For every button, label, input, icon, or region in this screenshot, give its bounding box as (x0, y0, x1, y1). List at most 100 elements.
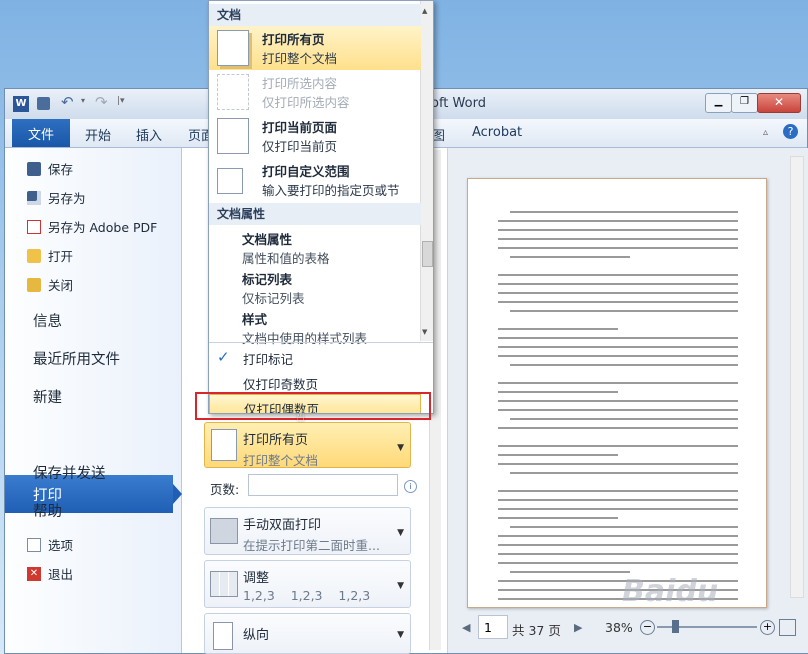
print-range-desc: 打印整个文档 (243, 453, 319, 468)
menu-print-current-title: 打印当前页面 (262, 120, 338, 135)
scroll-down-icon[interactable]: ▼ (422, 328, 430, 336)
menu-print-custom-title: 打印自定义范围 (262, 164, 350, 179)
menu-print-selection[interactable]: 打印所选内容 仅打印所选内容 (209, 70, 421, 114)
zoom-slider-thumb[interactable] (672, 620, 679, 633)
nav-options[interactable]: 选项 (27, 535, 73, 554)
fit-page-icon[interactable] (779, 619, 796, 636)
minimize-button[interactable]: ▁ (705, 93, 732, 113)
maximize-button[interactable]: ❐ (731, 93, 758, 113)
group-document-properties: 文档属性 (209, 203, 421, 225)
page-text-line (498, 535, 738, 537)
redo-icon[interactable]: ↷ (95, 93, 108, 111)
option-print-markup-label: 打印标记 (243, 352, 294, 367)
zoom-level: 38% (605, 620, 633, 635)
nav-recent[interactable]: 最近所用文件 (33, 348, 120, 369)
page-number-input[interactable] (478, 615, 508, 639)
scroll-thumb[interactable] (422, 241, 433, 267)
nav-save[interactable]: 保存 (27, 159, 73, 178)
page-text-line (498, 382, 738, 384)
current-page-icon (217, 118, 249, 154)
option-odd-pages-label: 仅打印奇数页 (243, 377, 319, 392)
page-text-line (498, 544, 738, 546)
option-print-markup[interactable]: ✓ 打印标记 (209, 345, 421, 369)
tab-insert[interactable]: 插入 (136, 125, 162, 144)
nav-open[interactable]: 打开 (27, 246, 73, 265)
menu-print-custom-desc: 输入要打印的指定页或节 (262, 183, 400, 198)
page-text-line (498, 355, 738, 357)
nav-save-as[interactable]: 另存为 (27, 188, 86, 207)
nav-save-as-pdf[interactable]: 另存为 Adobe PDF (27, 217, 157, 236)
custom-range-icon (217, 168, 243, 194)
page-text-line (498, 445, 738, 447)
page-text-line (510, 364, 738, 366)
prev-page-icon[interactable]: ◀ (462, 621, 470, 634)
print-range-button[interactable]: 打印所有页 打印整个文档 ▼ (204, 422, 411, 468)
preview-scrollbar[interactable] (790, 156, 804, 598)
info-icon[interactable]: i (404, 480, 417, 493)
page-text-line (498, 301, 738, 303)
collate-button[interactable]: 调整 1,2,3 1,2,3 1,2,3 ▼ (204, 560, 411, 608)
tab-acrobat[interactable]: Acrobat (472, 125, 522, 140)
dropdown-scrollbar[interactable]: ▲ ▼ (420, 1, 433, 341)
page-text-line (498, 292, 738, 294)
close-button[interactable]: ✕ (757, 93, 801, 113)
nav-save-send[interactable]: 保存并发送 (33, 462, 106, 483)
page-text-line (498, 337, 738, 339)
page-text-line (498, 490, 738, 492)
tab-file[interactable]: 文件 (12, 119, 70, 147)
page-text-block (468, 179, 766, 607)
nav-open-label: 打开 (48, 249, 74, 264)
page-text-line (510, 472, 738, 474)
all-pages-icon (217, 30, 249, 66)
exit-icon: ✕ (27, 566, 41, 581)
page-text-line (498, 328, 618, 330)
collate-title: 调整 (243, 571, 270, 586)
page-text-line (498, 274, 738, 276)
nav-info[interactable]: 信息 (33, 310, 62, 331)
help-icon[interactable]: ? (783, 124, 798, 139)
chevron-down-icon[interactable]: ▾ (81, 96, 85, 105)
duplex-desc: 在提示打印第二面时重... (243, 538, 380, 553)
zoom-out-icon[interactable]: − (640, 620, 655, 635)
nav-save-as-label: 另存为 (48, 191, 86, 206)
next-page-icon[interactable]: ▶ (574, 621, 582, 634)
menu-print-all[interactable]: 打印所有页 打印整个文档 (209, 26, 421, 70)
menu-print-all-desc: 打印整个文档 (262, 51, 338, 66)
nav-close[interactable]: 关闭 (27, 275, 73, 294)
ribbon-collapse-icon[interactable]: ▵ (763, 127, 768, 138)
menu-divider (209, 342, 433, 343)
nav-help[interactable]: 帮助 (33, 500, 62, 521)
orientation-button[interactable]: 纵向 ▼ (204, 613, 411, 654)
nav-close-label: 关闭 (48, 278, 74, 293)
pdf-icon (27, 219, 41, 234)
option-odd-pages[interactable]: 仅打印奇数页 (209, 370, 421, 394)
menu-doc-props-title[interactable]: 文档属性 (242, 229, 292, 248)
page-text-line (498, 454, 618, 456)
pages-input[interactable] (248, 474, 398, 496)
scroll-up-icon[interactable]: ▲ (422, 7, 430, 15)
zoom-in-icon[interactable]: + (760, 620, 775, 635)
duplex-button[interactable]: 手动双面打印 在提示打印第二面时重... ▼ (204, 507, 411, 555)
highlight-box (195, 392, 431, 420)
nav-options-label: 选项 (48, 538, 74, 553)
page-text-line (498, 283, 738, 285)
customize-qat-icon[interactable]: |▾ (117, 96, 125, 106)
page-text-line (510, 211, 738, 213)
nav-exit[interactable]: ✕ 退出 (27, 564, 73, 583)
menu-styles-title[interactable]: 样式 (242, 309, 267, 328)
page-text-line (498, 229, 738, 231)
undo-icon[interactable]: ↶ (61, 93, 74, 111)
save-icon[interactable] (37, 97, 50, 110)
menu-print-current[interactable]: 打印当前页面 仅打印当前页 (209, 114, 421, 158)
menu-markup-title[interactable]: 标记列表 (242, 269, 292, 288)
folder-open-icon (27, 248, 41, 263)
chevron-down-icon: ▼ (397, 630, 404, 640)
save-icon (27, 161, 41, 176)
menu-print-custom[interactable]: 打印自定义范围 输入要打印的指定页或节 (209, 158, 421, 202)
collate-icon (210, 571, 238, 597)
nav-exit-label: 退出 (48, 567, 74, 582)
tab-home[interactable]: 开始 (85, 125, 111, 144)
nav-new[interactable]: 新建 (33, 386, 62, 407)
page-text-line (498, 391, 618, 393)
collate-desc: 1,2,3 1,2,3 1,2,3 (243, 588, 371, 603)
